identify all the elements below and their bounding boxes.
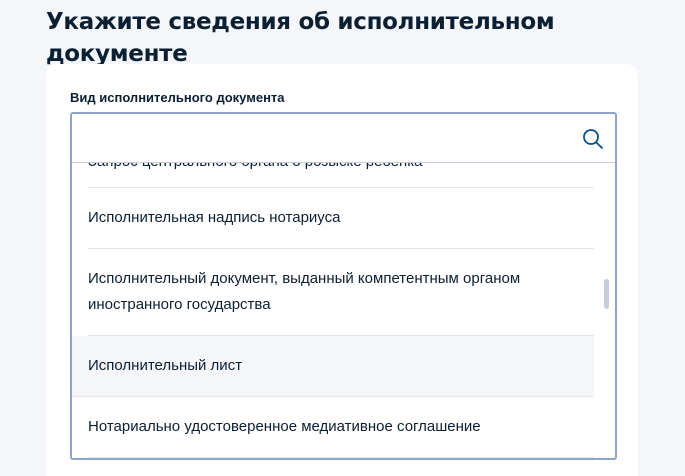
option-item-hovered[interactable]: Исполнительный лист xyxy=(72,336,594,397)
option-item[interactable]: Исполнительный документ, выданный компет… xyxy=(88,249,594,336)
form-card: Вид исполнительного документа Запрос цен… xyxy=(46,64,638,476)
page: Укажите сведения об исполнительном докум… xyxy=(0,0,685,476)
option-item[interactable]: Исполнительная надпись нотариуса xyxy=(88,188,594,249)
option-item[interactable]: Запрос центрального органа о розыске реб… xyxy=(88,163,594,188)
option-item[interactable]: Нотариально удостоверенное медиативное с… xyxy=(88,397,594,458)
scrollbar-thumb[interactable] xyxy=(604,279,609,309)
search-input[interactable] xyxy=(72,114,562,162)
page-title: Укажите сведения об исполнительном докум… xyxy=(46,9,555,67)
document-type-label: Вид исполнительного документа xyxy=(70,90,285,105)
document-type-combobox[interactable]: Запрос центрального органа о розыске реб… xyxy=(70,112,617,460)
options-list[interactable]: Запрос центрального органа о розыске реб… xyxy=(72,163,615,458)
search-row xyxy=(72,114,615,163)
search-icon[interactable] xyxy=(581,127,605,151)
